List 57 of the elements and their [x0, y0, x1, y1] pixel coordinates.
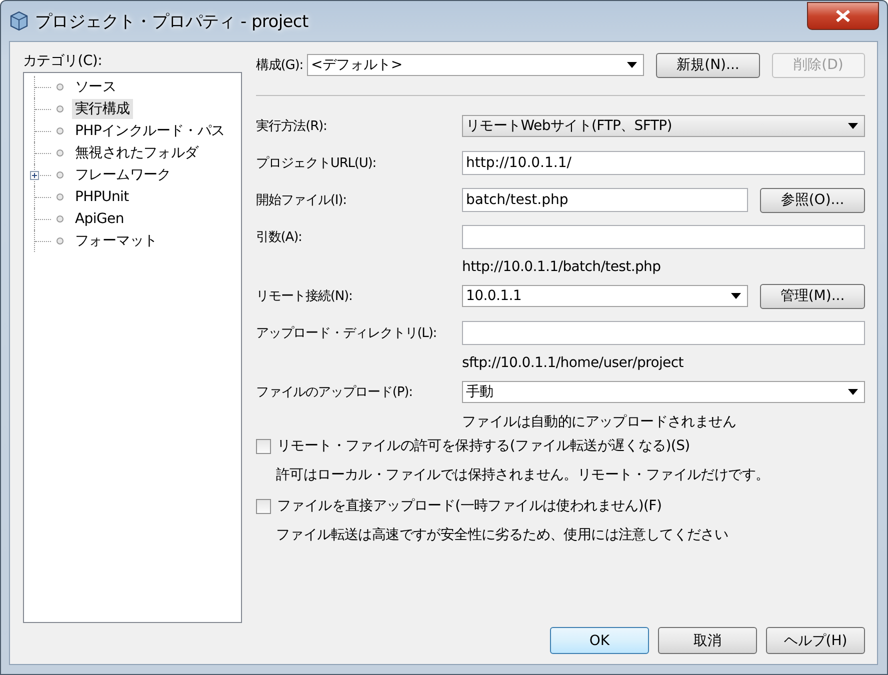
checkbox-label[interactable]: リモート・ファイルの許可を保持する(ファイル転送が遅くなる)(S)	[277, 437, 690, 455]
checkbox[interactable]	[256, 498, 271, 514]
field-label: アップロード・ディレクトリ(L):	[256, 325, 438, 342]
dropdown[interactable]: リモートWebサイト(FTP、SFTP)	[462, 115, 865, 137]
bullet-icon	[56, 171, 64, 179]
dialog-button[interactable]: OK	[550, 627, 649, 654]
hint-text: ファイルは自動的にアップロードされません	[462, 413, 738, 432]
category-item[interactable]: ApiGen	[72, 209, 127, 229]
bullet-icon	[56, 215, 64, 223]
category-item[interactable]: PHPUnit	[72, 187, 132, 207]
dropdown[interactable]: 手動	[462, 381, 865, 403]
field-label: 構成(G):	[256, 57, 303, 74]
field-label: 引数(A):	[256, 229, 303, 246]
field-label: 開始ファイル(I):	[256, 192, 348, 209]
close-icon	[835, 10, 851, 22]
category-item[interactable]: フォーマット	[72, 231, 160, 251]
field-label: ファイルのアップロード(P):	[256, 384, 414, 401]
field-label: リモート接続(N):	[256, 288, 354, 305]
bullet-icon	[56, 105, 64, 113]
category-item[interactable]: 実行構成	[72, 99, 133, 119]
configuration-dropdown[interactable]: <デフォルト>	[307, 54, 644, 76]
bullet-icon	[56, 149, 64, 157]
category-item[interactable]: PHPインクルード・パス	[72, 121, 228, 141]
category-label: カテゴリ(C):	[23, 52, 102, 71]
category-item[interactable]: ソース	[72, 77, 120, 97]
dropdown-arrow-icon	[731, 293, 741, 299]
checkbox-label[interactable]: ファイルを直接アップロード(一時ファイルは使われません)(F)	[277, 497, 662, 515]
input-field[interactable]	[462, 225, 865, 249]
description-text: 許可はローカル・ファイルでは保持されません。リモート・ファイルだけです。	[276, 466, 770, 485]
input-field[interactable]: batch/test.php	[462, 188, 748, 212]
field-label: 実行方法(R):	[256, 118, 328, 135]
dialog-button[interactable]: ヘルプ(H)	[766, 627, 865, 654]
dialog-button[interactable]: 取消	[658, 627, 757, 654]
input-field[interactable]	[462, 321, 865, 345]
checkbox[interactable]	[256, 438, 271, 454]
bullet-icon	[56, 237, 64, 245]
dropdown-arrow-icon	[848, 123, 858, 129]
field-label: プロジェクトURL(U):	[256, 155, 378, 172]
hint-text: sftp://10.0.1.1/home/user/project	[462, 354, 684, 373]
field-button[interactable]: 管理(M)...	[760, 284, 865, 308]
dropdown-arrow-icon	[848, 389, 858, 395]
description-text: ファイル転送は高速ですが安全性に劣るため、使用には注意してください	[276, 526, 730, 545]
input-field[interactable]: http://10.0.1.1/	[462, 151, 865, 175]
close-button[interactable]	[807, 2, 879, 30]
field-button[interactable]: 参照(O)...	[760, 188, 865, 212]
expand-icon[interactable]	[30, 170, 39, 180]
category-item[interactable]: 無視されたフォルダ	[72, 143, 202, 163]
hint-text: http://10.0.1.1/batch/test.php	[462, 258, 662, 277]
bullet-icon	[56, 127, 64, 135]
category-item[interactable]: フレームワーク	[72, 165, 174, 185]
dropdown-arrow-icon	[627, 62, 637, 68]
bullet-icon	[56, 193, 64, 201]
cube-icon	[9, 11, 29, 31]
bullet-icon	[56, 83, 64, 91]
window-title: プロジェクト・プロパティ - project	[35, 10, 310, 32]
dropdown[interactable]: 10.0.1.1	[462, 285, 748, 307]
configuration-button[interactable]: 新規(N)...	[656, 52, 760, 78]
